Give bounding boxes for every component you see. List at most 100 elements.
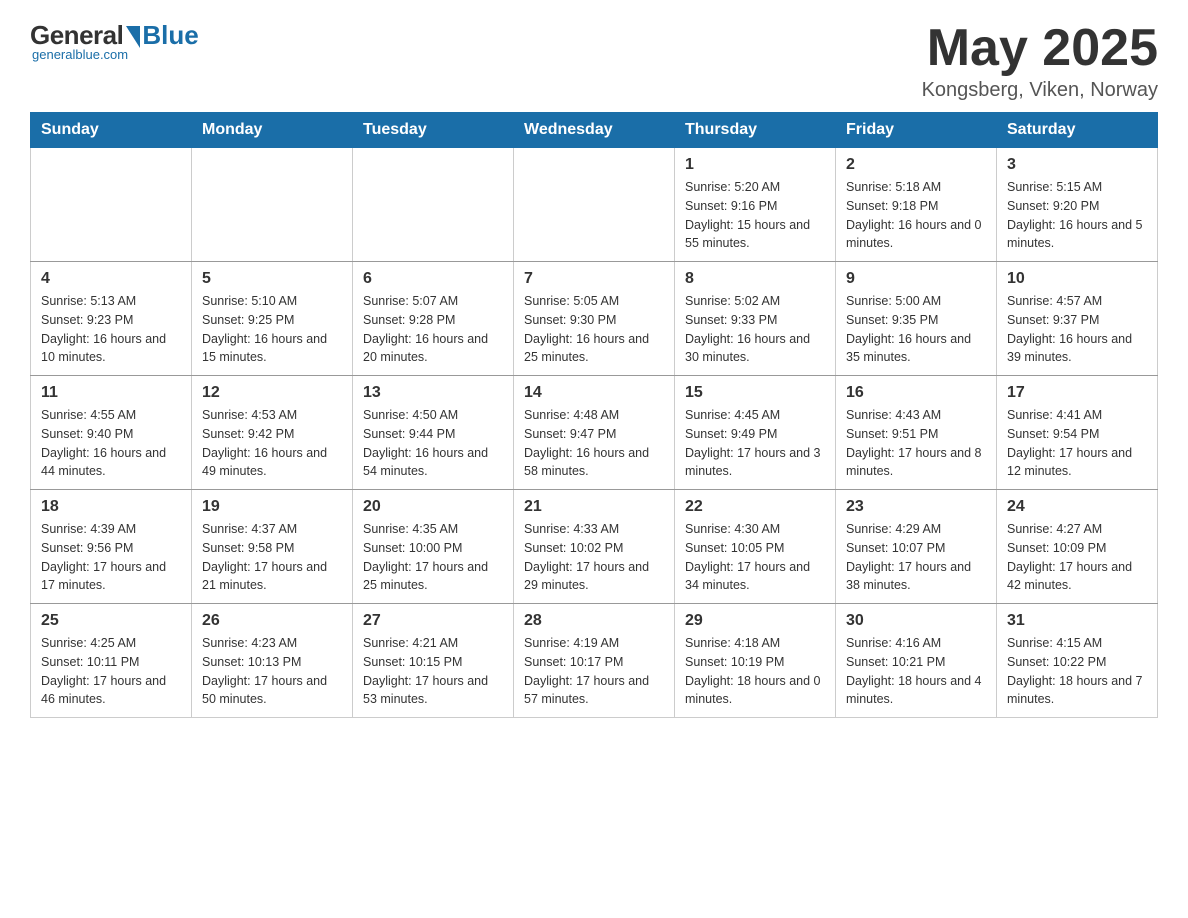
day-info: Sunrise: 4:21 AM Sunset: 10:15 PM Daylig… xyxy=(363,634,503,709)
calendar-header-row: SundayMondayTuesdayWednesdayThursdayFrid… xyxy=(31,113,1158,148)
calendar-day-cell: 22Sunrise: 4:30 AM Sunset: 10:05 PM Dayl… xyxy=(675,490,836,604)
calendar-day-cell: 29 Sunrise: 4:18 AM Sunset: 10:19 PM Dayl… xyxy=(675,604,836,718)
calendar-day-cell: 6 Sunrise: 5:07 AM Sunset: 9:28 PM Daylig… xyxy=(353,262,514,376)
logo-subtitle: generalblue.com xyxy=(32,47,128,62)
day-number: 29 xyxy=(685,612,825,630)
calendar-day-cell: 16 Sunrise: 4:43 AM Sunset: 9:51 PM Dayli… xyxy=(836,376,997,490)
calendar-week-row: 11 Sunrise: 4:55 AM Sunset: 9:40 PM Dayli… xyxy=(31,376,1158,490)
calendar-day-cell: 10 Sunrise: 4:57 AM Sunset: 9:37 PM Dayli… xyxy=(997,262,1158,376)
day-number: 9 xyxy=(846,270,986,288)
calendar-day-cell: 2 Sunrise: 5:18 AM Sunset: 9:18 PM Daylig… xyxy=(836,148,997,262)
calendar-day-cell: 15 Sunrise: 4:45 AM Sunset: 9:49 PM Dayli… xyxy=(675,376,836,490)
calendar-day-cell xyxy=(192,148,353,262)
day-number: 21 xyxy=(524,498,664,516)
day-number: 3 xyxy=(1007,156,1147,174)
calendar-day-cell: 7Sunrise: 5:05 AM Sunset: 9:30 PM Daylig… xyxy=(514,262,675,376)
calendar-day-cell: 17 Sunrise: 4:41 AM Sunset: 9:54 PM Dayli… xyxy=(997,376,1158,490)
day-info: Sunrise: 4:43 AM Sunset: 9:51 PM Dayligh… xyxy=(846,406,986,481)
month-year-title: May 2025 xyxy=(922,20,1158,77)
day-number: 10 xyxy=(1007,270,1147,288)
calendar-day-cell xyxy=(353,148,514,262)
calendar-day-cell: 23Sunrise: 4:29 AM Sunset: 10:07 PM Dayl… xyxy=(836,490,997,604)
calendar-day-cell: 26 Sunrise: 4:23 AM Sunset: 10:13 PM Dayl… xyxy=(192,604,353,718)
logo-triangle-icon xyxy=(126,26,140,48)
day-of-week-header: Thursday xyxy=(675,113,836,148)
calendar-day-cell: 21Sunrise: 4:33 AM Sunset: 10:02 PM Dayl… xyxy=(514,490,675,604)
calendar-week-row: 1 Sunrise: 5:20 AM Sunset: 9:16 PM Daylig… xyxy=(31,148,1158,262)
day-of-week-header: Friday xyxy=(836,113,997,148)
calendar-day-cell xyxy=(514,148,675,262)
day-number: 25 xyxy=(41,612,181,630)
day-info: Sunrise: 5:13 AM Sunset: 9:23 PM Dayligh… xyxy=(41,292,181,367)
calendar-week-row: 25 Sunrise: 4:25 AM Sunset: 10:11 PM Dayl… xyxy=(31,604,1158,718)
calendar-day-cell: 14Sunrise: 4:48 AM Sunset: 9:47 PM Dayli… xyxy=(514,376,675,490)
calendar-day-cell: 20 Sunrise: 4:35 AM Sunset: 10:00 PM Dayl… xyxy=(353,490,514,604)
day-of-week-header: Sunday xyxy=(31,113,192,148)
location-text: Kongsberg, Viken, Norway xyxy=(922,79,1158,102)
calendar-day-cell: 3 Sunrise: 5:15 AM Sunset: 9:20 PM Daylig… xyxy=(997,148,1158,262)
day-info: Sunrise: 4:53 AM Sunset: 9:42 PM Dayligh… xyxy=(202,406,342,481)
title-section: May 2025 Kongsberg, Viken, Norway xyxy=(922,20,1158,102)
day-number: 18 xyxy=(41,498,181,516)
logo-blue-text: Blue xyxy=(142,20,198,51)
day-number: 17 xyxy=(1007,384,1147,402)
calendar-day-cell: 31Sunrise: 4:15 AM Sunset: 10:22 PM Dayl… xyxy=(997,604,1158,718)
day-info: Sunrise: 4:15 AM Sunset: 10:22 PM Daylig… xyxy=(1007,634,1147,709)
calendar-day-cell: 12 Sunrise: 4:53 AM Sunset: 9:42 PM Dayli… xyxy=(192,376,353,490)
day-info: Sunrise: 4:41 AM Sunset: 9:54 PM Dayligh… xyxy=(1007,406,1147,481)
day-info: Sunrise: 4:48 AM Sunset: 9:47 PM Dayligh… xyxy=(524,406,664,481)
day-number: 23 xyxy=(846,498,986,516)
day-number: 4 xyxy=(41,270,181,288)
calendar-day-cell: 9Sunrise: 5:00 AM Sunset: 9:35 PM Daylig… xyxy=(836,262,997,376)
day-number: 16 xyxy=(846,384,986,402)
day-info: Sunrise: 4:27 AM Sunset: 10:09 PM Daylig… xyxy=(1007,520,1147,595)
day-number: 1 xyxy=(685,156,825,174)
day-info: Sunrise: 5:02 AM Sunset: 9:33 PM Dayligh… xyxy=(685,292,825,367)
calendar-table: SundayMondayTuesdayWednesdayThursdayFrid… xyxy=(30,112,1158,718)
calendar-day-cell: 25 Sunrise: 4:25 AM Sunset: 10:11 PM Dayl… xyxy=(31,604,192,718)
calendar-day-cell: 13 Sunrise: 4:50 AM Sunset: 9:44 PM Dayli… xyxy=(353,376,514,490)
day-info: Sunrise: 4:39 AM Sunset: 9:56 PM Dayligh… xyxy=(41,520,181,595)
day-number: 12 xyxy=(202,384,342,402)
calendar-day-cell: 1 Sunrise: 5:20 AM Sunset: 9:16 PM Daylig… xyxy=(675,148,836,262)
day-info: Sunrise: 4:35 AM Sunset: 10:00 PM Daylig… xyxy=(363,520,503,595)
day-number: 26 xyxy=(202,612,342,630)
day-info: Sunrise: 5:05 AM Sunset: 9:30 PM Dayligh… xyxy=(524,292,664,367)
calendar-week-row: 4 Sunrise: 5:13 AM Sunset: 9:23 PM Daylig… xyxy=(31,262,1158,376)
day-info: Sunrise: 5:07 AM Sunset: 9:28 PM Dayligh… xyxy=(363,292,503,367)
calendar-day-cell: 30Sunrise: 4:16 AM Sunset: 10:21 PM Dayl… xyxy=(836,604,997,718)
day-number: 20 xyxy=(363,498,503,516)
day-of-week-header: Monday xyxy=(192,113,353,148)
day-info: Sunrise: 4:18 AM Sunset: 10:19 PM Daylig… xyxy=(685,634,825,709)
day-number: 28 xyxy=(524,612,664,630)
day-info: Sunrise: 4:30 AM Sunset: 10:05 PM Daylig… xyxy=(685,520,825,595)
day-number: 24 xyxy=(1007,498,1147,516)
day-number: 15 xyxy=(685,384,825,402)
calendar-day-cell: 18 Sunrise: 4:39 AM Sunset: 9:56 PM Dayli… xyxy=(31,490,192,604)
calendar-day-cell: 4 Sunrise: 5:13 AM Sunset: 9:23 PM Daylig… xyxy=(31,262,192,376)
day-info: Sunrise: 4:16 AM Sunset: 10:21 PM Daylig… xyxy=(846,634,986,709)
day-info: Sunrise: 5:15 AM Sunset: 9:20 PM Dayligh… xyxy=(1007,178,1147,253)
calendar-day-cell: 28Sunrise: 4:19 AM Sunset: 10:17 PM Dayl… xyxy=(514,604,675,718)
calendar-day-cell: 27 Sunrise: 4:21 AM Sunset: 10:15 PM Dayl… xyxy=(353,604,514,718)
calendar-day-cell: 5Sunrise: 5:10 AM Sunset: 9:25 PM Daylig… xyxy=(192,262,353,376)
day-number: 27 xyxy=(363,612,503,630)
day-number: 8 xyxy=(685,270,825,288)
day-info: Sunrise: 5:18 AM Sunset: 9:18 PM Dayligh… xyxy=(846,178,986,253)
calendar-day-cell xyxy=(31,148,192,262)
day-number: 13 xyxy=(363,384,503,402)
day-info: Sunrise: 4:25 AM Sunset: 10:11 PM Daylig… xyxy=(41,634,181,709)
day-number: 6 xyxy=(363,270,503,288)
day-number: 19 xyxy=(202,498,342,516)
day-info: Sunrise: 4:45 AM Sunset: 9:49 PM Dayligh… xyxy=(685,406,825,481)
day-number: 2 xyxy=(846,156,986,174)
day-info: Sunrise: 4:57 AM Sunset: 9:37 PM Dayligh… xyxy=(1007,292,1147,367)
day-info: Sunrise: 4:50 AM Sunset: 9:44 PM Dayligh… xyxy=(363,406,503,481)
day-of-week-header: Tuesday xyxy=(353,113,514,148)
calendar-day-cell: 19Sunrise: 4:37 AM Sunset: 9:58 PM Dayli… xyxy=(192,490,353,604)
day-info: Sunrise: 4:23 AM Sunset: 10:13 PM Daylig… xyxy=(202,634,342,709)
day-number: 11 xyxy=(41,384,181,402)
day-of-week-header: Saturday xyxy=(997,113,1158,148)
day-info: Sunrise: 5:20 AM Sunset: 9:16 PM Dayligh… xyxy=(685,178,825,253)
day-info: Sunrise: 4:55 AM Sunset: 9:40 PM Dayligh… xyxy=(41,406,181,481)
